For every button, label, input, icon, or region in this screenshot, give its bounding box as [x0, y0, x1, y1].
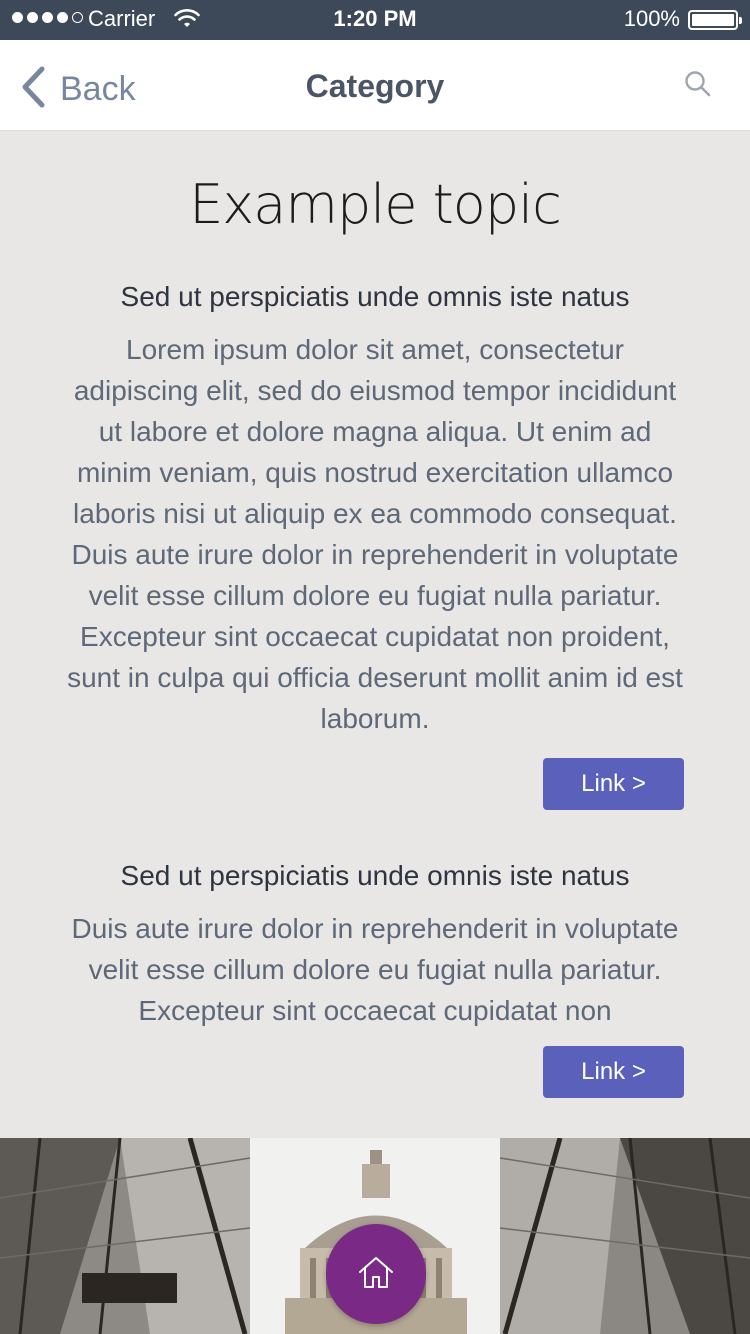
search-icon: [684, 71, 712, 102]
section-heading: Sed ut perspiciatis unde omnis iste natu…: [120, 860, 630, 891]
section-body: Lorem ipsum dolor sit amet, consectetur …: [67, 334, 683, 734]
section-body: Duis aute irure dolor in reprehenderit i…: [71, 913, 679, 1026]
page-header-title: Category: [305, 68, 445, 104]
link-button[interactable]: Link >: [543, 758, 684, 810]
link-button[interactable]: Link >: [543, 1046, 684, 1098]
search-button[interactable]: [684, 70, 712, 103]
topic-section: Sed ut perspiciatis unde omnis iste natu…: [60, 858, 690, 1108]
page-title: Example topic: [189, 173, 562, 236]
battery-icon: [688, 10, 742, 30]
home-icon: [356, 1253, 396, 1296]
section-heading: Sed ut perspiciatis unde omnis iste natu…: [120, 281, 630, 312]
topic-section: Sed ut perspiciatis unde omnis iste natu…: [60, 279, 690, 810]
battery-percentage: 100%: [623, 6, 680, 31]
navigation-bar: Back Category: [0, 40, 750, 131]
home-button[interactable]: [326, 1224, 426, 1324]
status-bar: Carrier 1:20 PM 100%: [0, 0, 750, 40]
